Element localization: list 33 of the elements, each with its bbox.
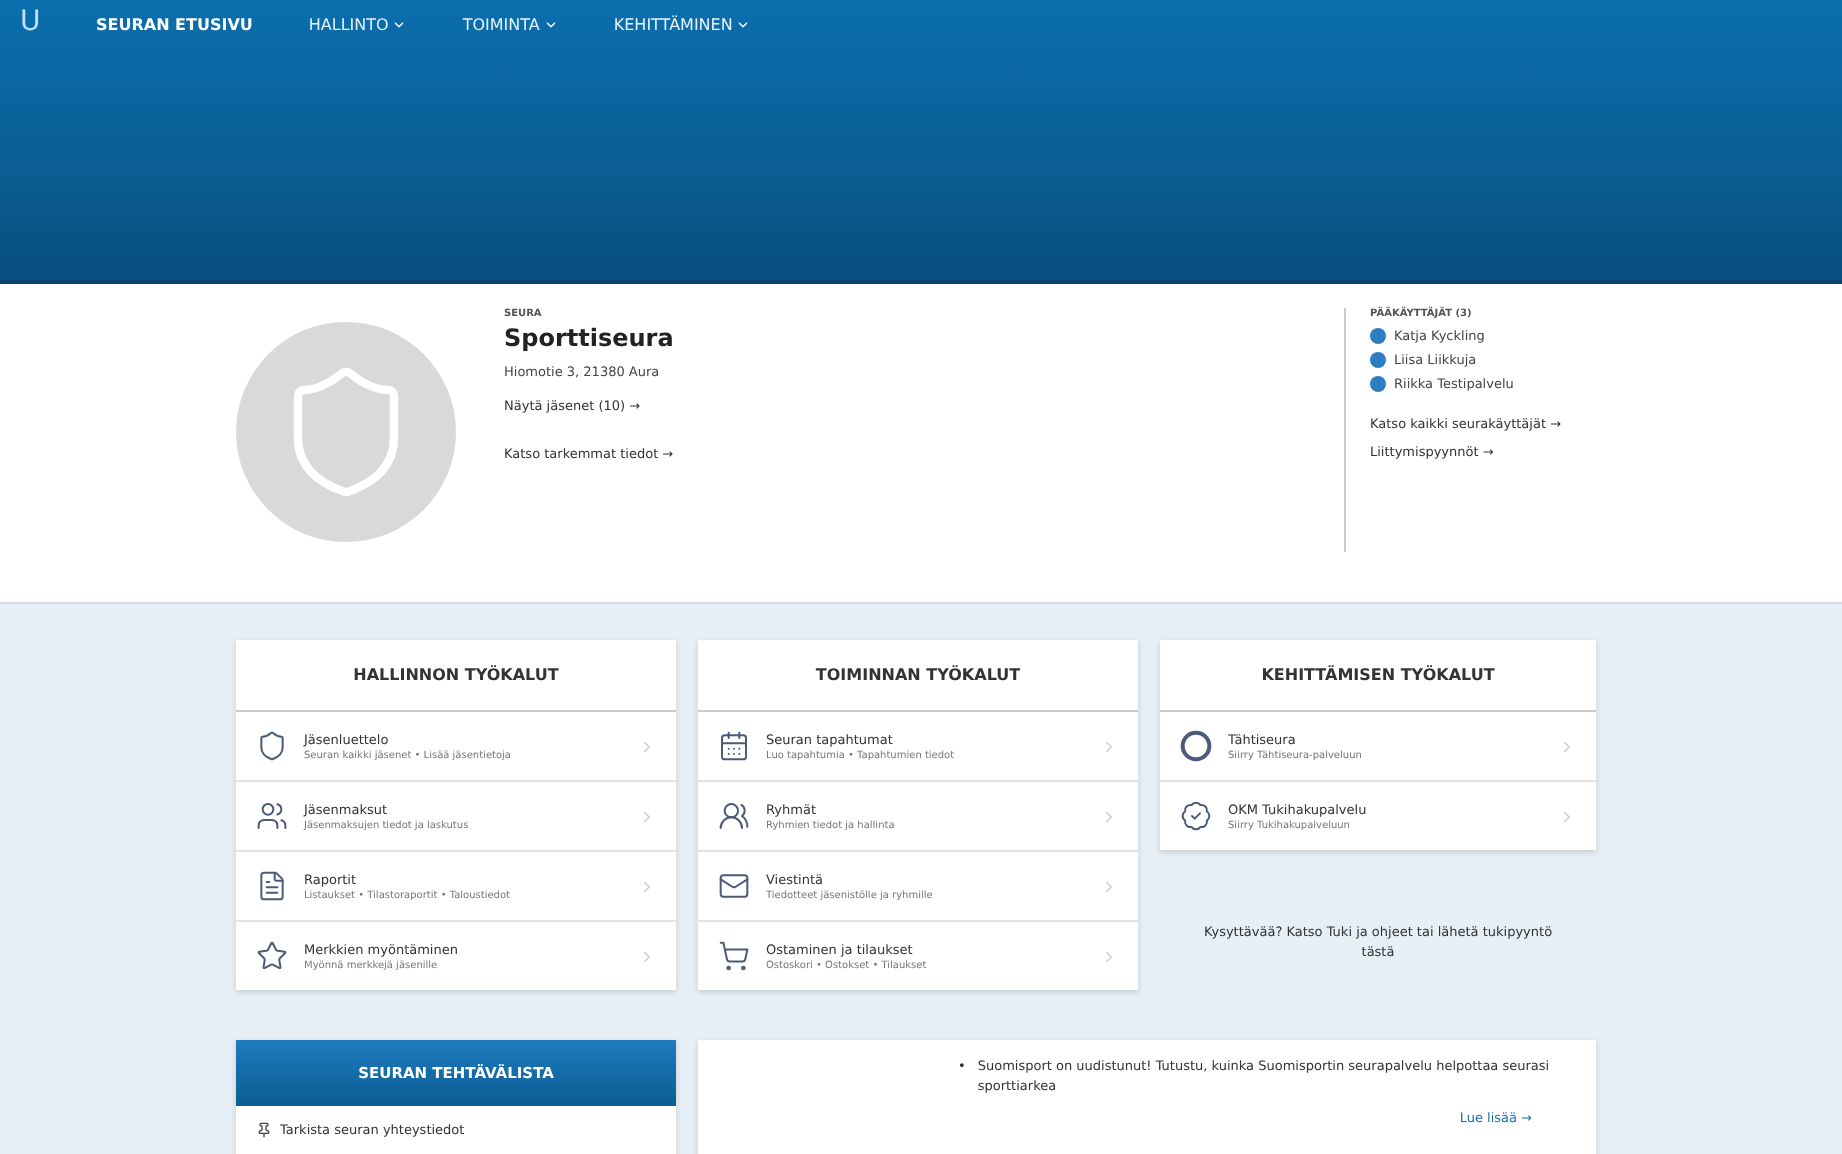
calendar-icon	[718, 730, 750, 762]
chevron-icon	[638, 877, 656, 895]
cart-icon	[718, 940, 750, 972]
chevron-icon	[1100, 807, 1118, 825]
club-name: Sporttiseura	[504, 324, 676, 352]
chevron-icon	[1558, 737, 1576, 755]
chevron-down-icon	[736, 18, 751, 32]
ring-icon	[1180, 730, 1212, 762]
star-icon	[256, 940, 288, 972]
nav-link[interactable]: TOIMINTA	[462, 16, 558, 34]
chevron-icon	[1100, 947, 1118, 965]
nav-link[interactable]: HALLINTO	[308, 16, 407, 34]
logo[interactable]: U	[20, 6, 96, 38]
chevron-icon	[638, 947, 656, 965]
people-icon	[256, 800, 288, 832]
chevron-icon	[1100, 737, 1118, 755]
chevron-icon	[638, 737, 656, 755]
chevron-down-icon	[392, 18, 407, 32]
chevron-down-icon	[543, 18, 558, 32]
chevron-icon	[638, 807, 656, 825]
card-title: HALLINNON TYÖKALUT	[236, 640, 676, 712]
shield-icon	[256, 730, 288, 762]
mail-icon	[718, 870, 750, 902]
document-icon	[256, 870, 288, 902]
chevron-icon	[1558, 807, 1576, 825]
nav-link[interactable]: KEHITTÄMINEN	[613, 16, 751, 34]
nav-link[interactable]: SEURAN ETUSIVU	[96, 16, 253, 34]
group-icon	[718, 800, 750, 832]
badge-icon	[1180, 800, 1212, 832]
chevron-icon	[1100, 877, 1118, 895]
pin-icon	[256, 1122, 272, 1138]
card-title: KEHITTÄMISEN TYÖKALUT	[1160, 640, 1596, 712]
card-title: TOIMINNAN TYÖKALUT	[698, 640, 1138, 712]
